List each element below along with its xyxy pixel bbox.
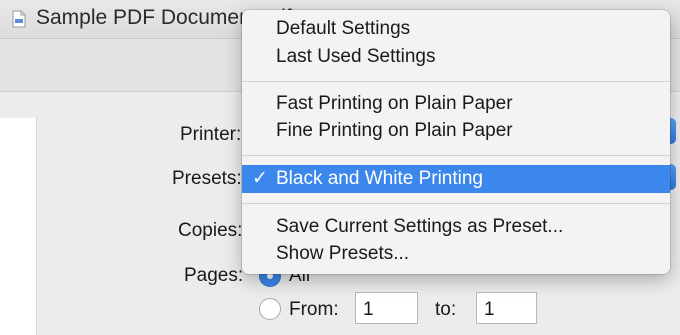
print-preview — [0, 118, 37, 335]
menu-item-fine-printing[interactable]: Fine Printing on Plain Paper — [242, 117, 670, 145]
menu-item-last-used-settings[interactable]: Last Used Settings — [242, 43, 670, 71]
menu-item-label: Save Current Settings as Preset... — [276, 216, 564, 237]
pages-from-field[interactable]: 1 — [355, 292, 418, 324]
menu-item-label: Last Used Settings — [276, 46, 436, 67]
presets-menu: Default Settings Last Used Settings Fast… — [242, 10, 670, 274]
pages-to-field[interactable]: 1 — [476, 292, 537, 324]
pages-label: Pages: — [184, 265, 244, 286]
copies-label: Copies: — [178, 220, 243, 241]
printer-label: Printer: — [180, 124, 242, 145]
menu-item-label: Default Settings — [276, 18, 411, 39]
pages-from-radio[interactable] — [259, 298, 281, 320]
presets-label: Presets: — [172, 168, 242, 189]
menu-item-black-and-white-printing[interactable]: ✓ Black and White Printing — [242, 165, 670, 193]
pdf-document-icon — [12, 10, 26, 28]
menu-separator — [242, 81, 670, 82]
checkmark-icon: ✓ — [252, 168, 268, 189]
menu-item-label: Black and White Printing — [276, 168, 483, 189]
menu-separator — [242, 155, 670, 156]
menu-item-save-current-settings[interactable]: Save Current Settings as Preset... — [242, 213, 670, 241]
menu-item-label: Show Presets... — [276, 243, 410, 264]
menu-item-label: Fine Printing on Plain Paper — [276, 120, 513, 141]
menu-item-default-settings[interactable]: Default Settings — [242, 15, 670, 43]
menu-separator — [242, 203, 670, 204]
menu-item-fast-printing[interactable]: Fast Printing on Plain Paper — [242, 90, 670, 118]
pages-to-label: to: — [435, 299, 457, 320]
menu-item-label: Fast Printing on Plain Paper — [276, 93, 513, 114]
pages-from-label: From: — [289, 299, 339, 320]
menu-item-show-presets[interactable]: Show Presets... — [242, 240, 670, 268]
